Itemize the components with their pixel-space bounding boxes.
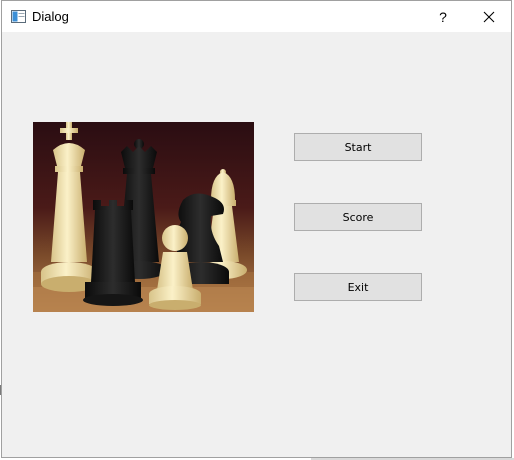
window-app-icon [11,10,26,23]
start-button[interactable]: Start [294,133,422,161]
close-button[interactable] [466,1,512,32]
dialog-window: Dialog ? Start Score Exit [1,0,512,458]
dialog-content: Start Score Exit [2,32,511,457]
score-button[interactable]: Score [294,203,422,231]
chess-pieces-image [33,122,254,312]
title-bar[interactable]: Dialog ? [2,1,511,32]
help-button[interactable]: ? [420,1,466,32]
window-title: Dialog [32,9,69,24]
exit-button[interactable]: Exit [294,273,422,301]
background-edge-mark [0,385,1,395]
close-icon [483,11,495,22]
